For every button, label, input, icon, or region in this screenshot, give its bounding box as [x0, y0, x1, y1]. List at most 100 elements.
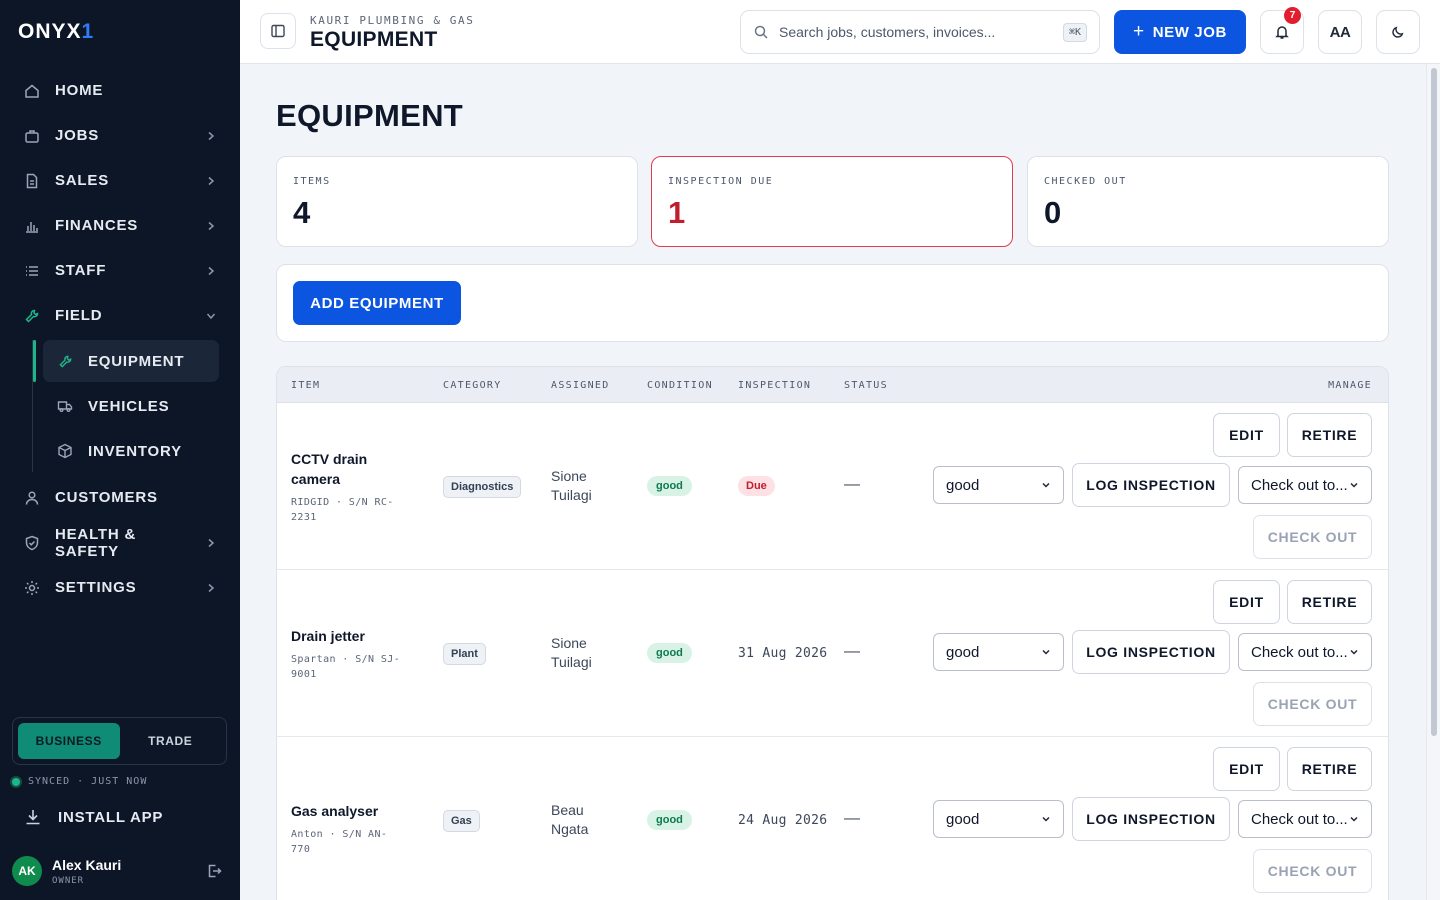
bell-icon	[1275, 26, 1289, 39]
nav-item-customers[interactable]: CUSTOMERS	[12, 475, 229, 520]
sidebar-item-equipment[interactable]: EQUIPMENT	[43, 340, 219, 382]
checkout-select[interactable]: Check out to...	[1238, 800, 1372, 838]
inspection-date: 24 Aug 2026	[738, 813, 828, 828]
column-header-category[interactable]: CATEGORY	[443, 380, 502, 391]
list-icon	[24, 263, 40, 279]
nav-label: SETTINGS	[55, 579, 137, 596]
nav-item-finances[interactable]: FINANCES	[12, 203, 229, 248]
checkout-select-value: Check out to...	[1251, 476, 1348, 494]
check-out-button[interactable]: CHECK OUT	[1253, 682, 1372, 726]
sub-item-label: EQUIPMENT	[88, 352, 185, 370]
log-inspection-button[interactable]: LOG INSPECTION	[1072, 630, 1230, 674]
edit-button[interactable]: EDIT	[1213, 413, 1280, 457]
nav-item-jobs[interactable]: JOBS	[12, 113, 229, 158]
condition-select[interactable]: good	[933, 633, 1064, 671]
sun-gear-icon	[24, 580, 40, 596]
item-name[interactable]: Gas analyser	[291, 801, 401, 821]
page-title: EQUIPMENT	[276, 98, 463, 133]
column-header-condition[interactable]: CONDITION	[647, 380, 713, 391]
check-out-button[interactable]: CHECK OUT	[1253, 849, 1372, 893]
logout-icon[interactable]	[206, 863, 222, 879]
home-icon	[24, 83, 40, 99]
log-inspection-button[interactable]: LOG INSPECTION	[1072, 463, 1230, 507]
wrench-icon	[57, 353, 73, 369]
dark-mode-button[interactable]	[1376, 10, 1420, 54]
app-logo[interactable]: ONYX1	[18, 20, 94, 44]
column-header-inspection[interactable]: INSPECTION	[738, 380, 811, 391]
shield-icon	[24, 535, 40, 551]
mode-trade-button[interactable]: TRADE	[120, 723, 222, 759]
bar-chart-icon	[24, 218, 40, 234]
category-tag: Plant	[443, 643, 486, 665]
install-label: INSTALL APP	[58, 808, 164, 826]
moon-icon	[1392, 26, 1404, 38]
condition-select-value: good	[946, 643, 980, 661]
inspection-date: 31 Aug 2026	[738, 646, 828, 661]
sidebar-item-vehicles[interactable]: VEHICLES	[43, 385, 219, 427]
search-icon	[753, 24, 769, 40]
main-content: EQUIPMENT ITEMS 4 INSPECTION DUE 1 CHECK…	[240, 64, 1426, 900]
status-text: —	[844, 476, 860, 493]
nav-item-staff[interactable]: STAFF	[12, 248, 229, 293]
item-cell: CCTV drain camera RIDGID · S/N RC-2231	[291, 449, 406, 525]
table-row: Gas analyser Anton · S/N AN-770 Gas Beau…	[277, 737, 1388, 900]
topbar: KAURI PLUMBING & GAS EQUIPMENT ⌘K + NEW …	[240, 0, 1440, 64]
user-profile[interactable]: AK Alex Kauri OWNER	[12, 855, 228, 887]
retire-button[interactable]: RETIRE	[1287, 580, 1372, 624]
chevron-right-icon	[205, 265, 217, 277]
log-inspection-button[interactable]: LOG INSPECTION	[1072, 797, 1230, 841]
column-header-item[interactable]: ITEM	[291, 380, 320, 391]
edit-button[interactable]: EDIT	[1213, 580, 1280, 624]
add-equipment-button[interactable]: ADD EQUIPMENT	[293, 281, 461, 325]
sidebar-item-inventory[interactable]: INVENTORY	[43, 430, 219, 472]
chevron-down-icon	[1042, 482, 1050, 488]
new-job-button[interactable]: + NEW JOB	[1114, 10, 1246, 54]
nav-item-settings[interactable]: SETTINGS	[12, 565, 229, 610]
inspection-due-badge: Due	[738, 476, 775, 496]
chevron-down-icon	[205, 310, 217, 322]
edit-button[interactable]: EDIT	[1213, 747, 1280, 791]
condition-select-value: good	[946, 810, 980, 828]
nav-label: HEALTH & SAFETY	[55, 525, 137, 560]
nav-label: HOME	[55, 82, 104, 99]
column-header-status[interactable]: STATUS	[844, 380, 888, 391]
briefcase-icon	[24, 128, 40, 144]
install-app-button[interactable]: INSTALL APP	[24, 808, 163, 826]
search-input[interactable]	[779, 24, 1063, 40]
sidebar-toggle-button[interactable]	[260, 13, 296, 49]
stat-label: CHECKED OUT	[1044, 176, 1127, 187]
nav-item-health-safety[interactable]: HEALTH & SAFETY	[12, 520, 229, 565]
assigned-to: Beau Ngata	[551, 802, 589, 837]
chevron-down-icon	[1042, 649, 1050, 655]
retire-button[interactable]: RETIRE	[1287, 413, 1372, 457]
checkout-select[interactable]: Check out to...	[1238, 633, 1372, 671]
wrench-icon	[24, 308, 40, 324]
stat-checked-out-card: CHECKED OUT 0	[1027, 156, 1389, 247]
search-box: ⌘K	[740, 10, 1100, 54]
item-meta: Spartan · S/N SJ-9001	[291, 654, 401, 680]
table-header: ITEM CATEGORY ASSIGNED CONDITION INSPECT…	[277, 367, 1388, 403]
search-shortcut-badge: ⌘K	[1062, 22, 1087, 42]
main-scrollbar[interactable]	[1426, 64, 1440, 900]
stat-label: INSPECTION DUE	[668, 176, 774, 187]
status-text: —	[844, 643, 860, 660]
column-header-assigned[interactable]: ASSIGNED	[551, 380, 610, 391]
nav-item-sales[interactable]: SALES	[12, 158, 229, 203]
checkout-select[interactable]: Check out to...	[1238, 466, 1372, 504]
item-name[interactable]: Drain jetter	[291, 626, 401, 646]
nav-item-home[interactable]: HOME	[12, 68, 229, 113]
mode-business-button[interactable]: BUSINESS	[18, 723, 120, 759]
item-name[interactable]: CCTV drain camera	[291, 449, 401, 489]
item-cell: Drain jetter Spartan · S/N SJ-9001	[291, 626, 406, 682]
condition-select[interactable]: good	[933, 466, 1064, 504]
stat-label: ITEMS	[293, 176, 331, 187]
nav-item-field[interactable]: FIELD	[12, 293, 229, 338]
condition-select[interactable]: good	[933, 800, 1064, 838]
retire-button[interactable]: RETIRE	[1287, 747, 1372, 791]
sub-item-label: VEHICLES	[88, 397, 170, 415]
notifications-button[interactable]: 7	[1260, 7, 1304, 54]
truck-icon	[57, 398, 73, 414]
text-size-button[interactable]: AA	[1318, 10, 1362, 54]
scrollbar-thumb[interactable]	[1431, 68, 1437, 736]
check-out-button[interactable]: CHECK OUT	[1253, 515, 1372, 559]
